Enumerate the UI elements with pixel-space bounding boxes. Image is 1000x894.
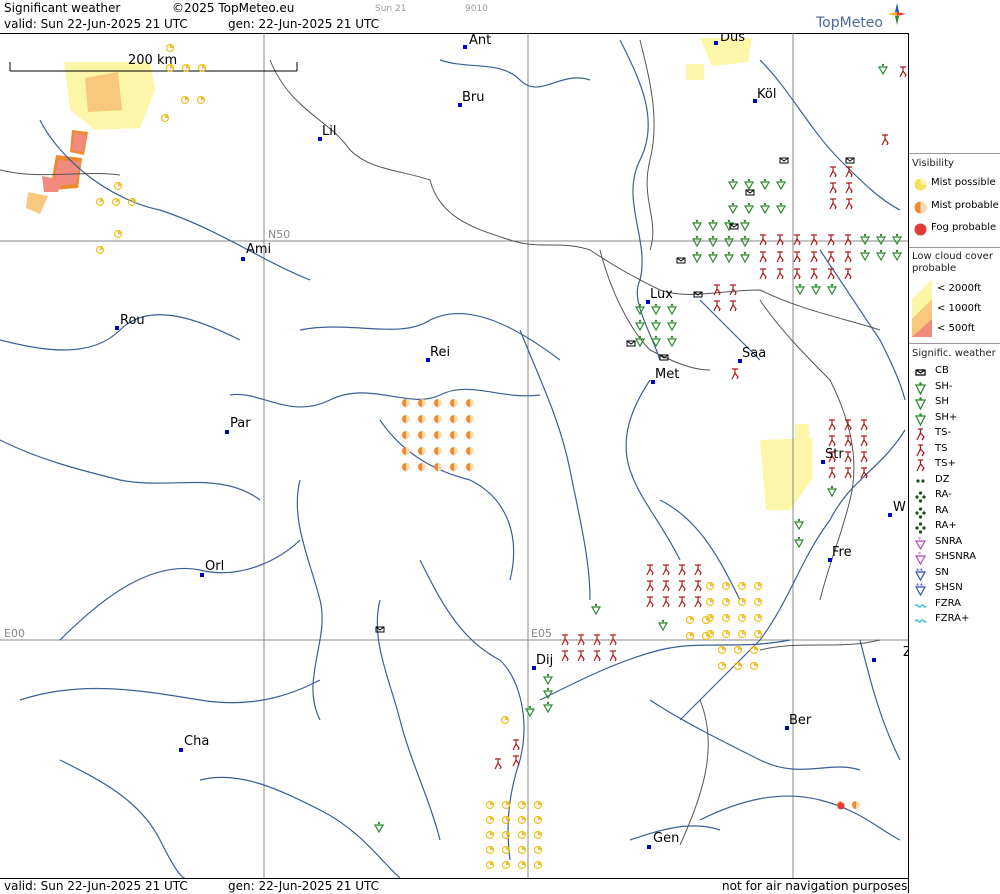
low-cloud-areas [64,38,812,510]
svg-text:*: * [918,552,921,558]
navigation-disclaimer: not for air navigation purposes [722,879,908,893]
snow-rain-icon: * [914,536,927,550]
lowcloud-swatch [912,279,932,337]
gen-time: gen: 22-Jun-2025 21 UTC [228,17,380,31]
grid-label-e00: E00 [4,627,25,640]
grid-label-n50: N50 [268,228,290,241]
cb-icon [914,366,927,379]
topmeteo-logo: TopMeteo [814,1,908,33]
mist-possible-icon [914,178,927,191]
borders [0,39,881,846]
chart-footer: valid: Sun 22-Jun-2025 21 UTC gen: 22-Ju… [0,878,908,894]
copyright: ©2025 TopMeteo.eu [172,1,295,15]
compass-icon [888,3,906,25]
freezing-rain-icon [914,599,927,612]
lowcloud-2000: < 2000ft [937,283,982,294]
map-canvas: 200 km N50 E00 E05 [0,33,908,878]
rain-icon [914,506,927,519]
lowcloud-1000: < 1000ft [937,303,982,314]
visibility-areas [26,130,88,214]
freezing-rain-heavy-icon [914,614,927,627]
thunderstorm-heavy-icon [914,459,927,472]
visibility-title: Visibility [912,158,954,169]
grid-label-e05: E05 [531,627,552,640]
mist-probable-icon [914,201,927,214]
rain-light-icon [914,490,927,503]
run-code: 9010 [465,4,488,14]
sigweather-title: Signific. weather [912,348,996,359]
shower-heavy-icon [914,412,927,426]
legend-panel: Visibility Mist possible Mist probable F… [908,33,1000,893]
chart-title: Significant weather [4,1,121,15]
svg-text:**: ** [916,568,924,575]
fog-probable-icon [914,223,927,236]
weather-map[interactable]: 200 km N50 E00 E05 Ant Düs Köl Bru Lil A… [0,33,908,878]
lowcloud-500: < 500ft [937,323,975,334]
valid-time: valid: Sun 22-Jun-2025 21 UTC [4,17,188,31]
thunderstorm-light-icon [914,428,927,441]
footer-gen: gen: 22-Jun-2025 21 UTC [228,879,380,893]
snow-shower-icon: ** [914,582,927,597]
scale-label: 200 km [128,53,177,68]
rain-heavy-icon [914,521,927,534]
chart-header: Significant weather ©2025 TopMeteo.eu Su… [0,0,908,34]
lowcloud-title: Low cloud cover probable [912,251,993,274]
drizzle-icon [914,475,927,488]
snow-icon: ** [914,567,927,581]
footer-valid: valid: Sun 22-Jun-2025 21 UTC [4,879,188,893]
shower-icon [914,397,927,411]
snow-rain-shower-icon: * [914,551,927,566]
svg-text:*: * [918,537,921,543]
run-label: Sun 21 [375,4,407,14]
thunderstorm-icon [914,443,927,457]
svg-text:**: ** [916,583,924,590]
shower-light-icon [914,381,927,395]
